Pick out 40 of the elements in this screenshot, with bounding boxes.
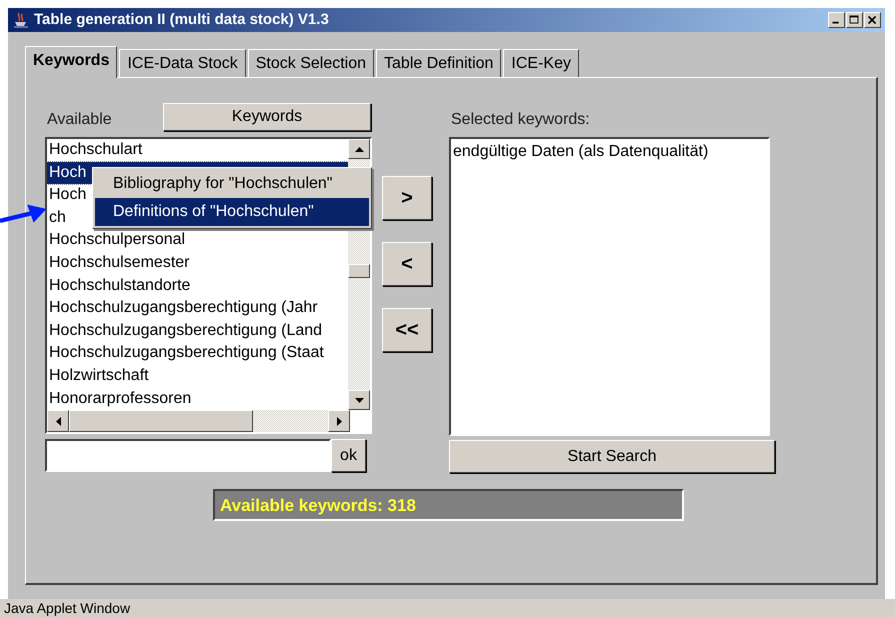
list-item[interactable]: Hochschulstandorte: [47, 274, 348, 298]
list-item[interactable]: Hochschulzugangsberechtigung (Staat: [47, 342, 348, 365]
close-icon[interactable]: [864, 12, 881, 28]
search-field[interactable]: [45, 439, 331, 472]
status-bar: Java Applet Window: [0, 599, 895, 617]
list-item[interactable]: Hochschulart: [47, 139, 348, 162]
move-button[interactable]: <<: [382, 308, 432, 352]
minimize-icon[interactable]: [828, 12, 845, 28]
available-label: Available: [46, 110, 113, 130]
start-search-button[interactable]: Start Search: [449, 440, 775, 473]
list-item[interactable]: Hochschulzugangsberechtigung (Land: [47, 320, 348, 342]
scrollbar-thumb[interactable]: [69, 410, 253, 432]
tab[interactable]: ICE-Key: [503, 49, 579, 77]
list-item[interactable]: Hochschulsemester: [47, 252, 348, 275]
tab[interactable]: Keywords: [25, 46, 118, 78]
tab[interactable]: Table Definition: [376, 49, 502, 77]
pointer-arrow-drawing: [0, 202, 48, 226]
list-item[interactable]: Hochschulzugangsberechtigung (Jahr: [47, 297, 348, 320]
scroll-left-icon[interactable]: [47, 410, 69, 432]
scrollbar-thumb[interactable]: [348, 264, 370, 278]
scroll-down-icon[interactable]: [348, 390, 370, 410]
list-item[interactable]: endgültige Daten (als Datenqualität): [453, 141, 766, 164]
maximize-icon[interactable]: [846, 12, 863, 28]
java-cup-icon: [12, 11, 30, 29]
list-item[interactable]: Honorarprofessoren: [47, 388, 348, 410]
ok-button[interactable]: ok: [331, 439, 366, 472]
tab[interactable]: ICE-Data Stock: [119, 49, 246, 77]
scroll-up-icon[interactable]: [348, 139, 370, 159]
menu-item[interactable]: Bibliography for "Hochschulen": [95, 170, 369, 198]
menu-item[interactable]: Definitions of "Hochschulen": [95, 198, 369, 226]
move-button[interactable]: >: [382, 176, 432, 220]
scroll-right-icon[interactable]: [328, 410, 350, 432]
list-item[interactable]: Hochschulpersonal: [47, 229, 348, 252]
tab[interactable]: Stock Selection: [248, 49, 374, 77]
window-title: Table generation II (multi data stock) V1.3: [34, 10, 329, 30]
move-button[interactable]: <: [382, 242, 432, 286]
list-item[interactable]: Holzwirtschaft: [47, 364, 348, 388]
selected-keywords-label: Selected keywords:: [450, 111, 590, 128]
status-message: Available keywords: 318: [213, 489, 684, 521]
keywords-button[interactable]: Keywords: [163, 103, 371, 131]
